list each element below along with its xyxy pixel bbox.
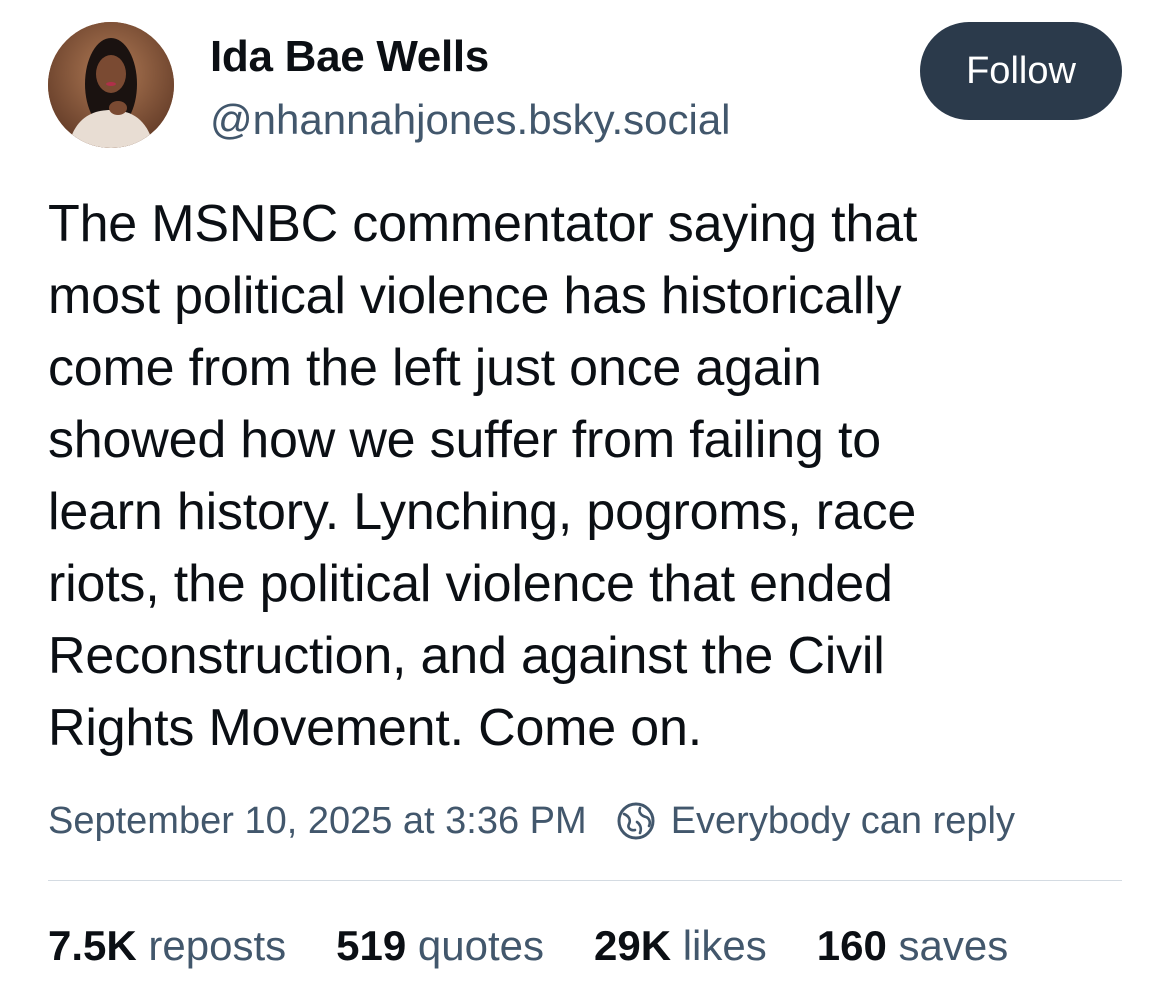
follow-button[interactable]: Follow <box>920 22 1122 120</box>
quotes-stat[interactable]: 519 quotes <box>336 922 544 970</box>
quotes-label: quotes <box>417 922 544 969</box>
engagement-stats: 7.5K reposts 519 quotes 29K likes 160 sa… <box>48 918 1008 974</box>
reposts-stat[interactable]: 7.5K reposts <box>48 922 286 970</box>
author-name[interactable]: Ida Bae Wells <box>210 32 489 82</box>
saves-label: saves <box>898 922 1009 969</box>
reposts-count: 7.5K <box>48 922 137 969</box>
reposts-label: reposts <box>148 922 287 969</box>
post-text: The MSNBC commentator saying that most p… <box>48 195 918 757</box>
reply-setting: Everybody can reply <box>670 799 1015 842</box>
avatar[interactable] <box>48 22 174 148</box>
likes-label: likes <box>682 922 767 969</box>
avatar-photo <box>48 22 174 148</box>
likes-count: 29K <box>593 922 672 969</box>
post-timestamp[interactable]: September 10, 2025 at 3:36 PM <box>48 800 587 843</box>
saves-count: 160 <box>816 922 887 969</box>
saves-stat[interactable]: 160 saves <box>817 922 1008 970</box>
quotes-count: 519 <box>336 922 407 969</box>
likes-stat[interactable]: 29K likes <box>594 922 767 970</box>
divider <box>48 880 1122 881</box>
globe-icon <box>615 800 657 842</box>
post-meta: September 10, 2025 at 3:36 PM Everybody … <box>48 796 1015 846</box>
post-thread-item: Ida Bae Wells @nhannahjones.bsky.social … <box>0 0 1170 993</box>
author-handle[interactable]: @nhannahjones.bsky.social <box>210 96 731 144</box>
